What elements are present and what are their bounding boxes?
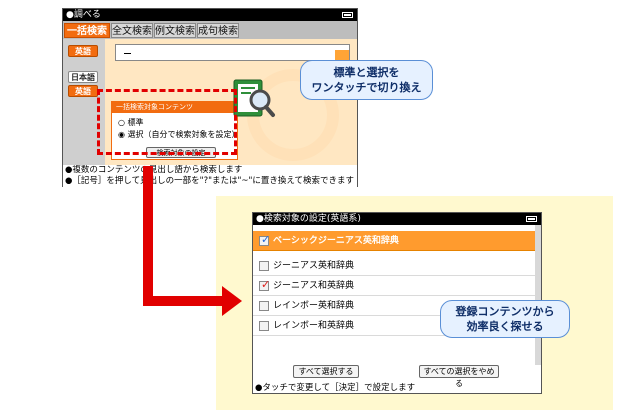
callout-toggle: 標準と選択を ワンタッチで切り換え bbox=[300, 60, 433, 100]
tab-bulk-search[interactable]: 一括検索 bbox=[64, 23, 110, 38]
dictionary-magnifier-icon bbox=[233, 79, 275, 117]
battery-icon bbox=[342, 12, 353, 18]
list-item-label: ジーニアス和英辞典 bbox=[273, 281, 355, 291]
callout-efficient-line-1: 登録コンテンツから bbox=[455, 305, 555, 318]
help-line-1: ●複数のコンテンツの見出し語から検索します bbox=[65, 165, 243, 175]
list-scrollbar[interactable] bbox=[535, 225, 541, 365]
list-item-label: ベーシックジーニアス英和辞典 bbox=[273, 236, 399, 246]
list-item[interactable]: ジーニアス英和辞典 bbox=[253, 256, 541, 276]
checkbox-checked-icon[interactable]: ✓ bbox=[259, 279, 270, 291]
select-all-button[interactable]: すべて選択する bbox=[293, 365, 359, 378]
callout-efficient-line-2: 効率良く探せる bbox=[466, 320, 544, 333]
text-cursor bbox=[124, 53, 131, 54]
tab-idiom-search[interactable]: 成句検索 bbox=[197, 23, 239, 38]
lang-english-button[interactable]: 英語 bbox=[68, 45, 98, 57]
list-item[interactable]: ✓ ジーニアス和英辞典 bbox=[253, 276, 541, 296]
checkbox-unchecked-icon[interactable] bbox=[259, 261, 269, 271]
tab-fulltext-search[interactable]: 全文検索 bbox=[111, 23, 153, 38]
flow-arrow-vertical bbox=[143, 166, 153, 306]
deselect-all-button[interactable]: すべての選択をやめる bbox=[419, 365, 499, 388]
list-item-label: ジーニアス英和辞典 bbox=[273, 261, 355, 271]
title-bar: ●調べる bbox=[63, 9, 357, 21]
title-bar-2: ●検索対象の設定(英語系) bbox=[253, 213, 541, 225]
screen-title: ●調べる bbox=[66, 10, 101, 20]
list-item[interactable]: ✓ ベーシックジーニアス英和辞典 bbox=[253, 231, 541, 251]
flow-arrow-horizontal bbox=[143, 296, 223, 306]
help-line-2: ●［記号］を押して見出しの一部を"?"または"~"に置き換えて検索できます bbox=[65, 176, 355, 186]
dictionary-list: ✓ ベーシックジーニアス英和辞典 ジーニアス英和辞典 ✓ ジーニアス和英辞典 レ… bbox=[253, 225, 541, 365]
screen2-title: ●検索対象の設定(英語系) bbox=[256, 214, 361, 224]
search-input[interactable] bbox=[115, 44, 350, 67]
checkbox-unchecked-icon[interactable] bbox=[259, 301, 269, 311]
flow-arrow-head bbox=[222, 286, 242, 316]
search-mode-tabs: 一括検索 全文検索 例文検索 成句検索 bbox=[63, 21, 357, 39]
callout-efficient: 登録コンテンツから 効率良く探せる bbox=[440, 300, 570, 338]
battery-icon-2 bbox=[526, 216, 537, 222]
checkbox-checked-icon[interactable]: ✓ bbox=[259, 234, 270, 246]
callout-toggle-line-2: ワンタッチで切り換え bbox=[311, 81, 422, 94]
lang-japanese-button[interactable]: 日本語 bbox=[68, 71, 98, 83]
highlight-dashed-frame bbox=[97, 89, 237, 155]
list-item-label: レインボー英和辞典 bbox=[273, 301, 355, 311]
tab-example-search[interactable]: 例文検索 bbox=[154, 23, 196, 38]
list-item-label: レインボー和英辞典 bbox=[273, 321, 355, 331]
checkbox-unchecked-icon[interactable] bbox=[259, 321, 269, 331]
help-footer-2: ●タッチで変更して［決定］で設定します bbox=[255, 383, 416, 393]
lang-english-button-2[interactable]: 英語 bbox=[68, 85, 98, 97]
callout-toggle-line-1: 標準と選択を bbox=[333, 66, 400, 79]
help-footer: ●複数のコンテンツの見出し語から検索します ●［記号］を押して見出しの一部を"?… bbox=[63, 165, 357, 188]
